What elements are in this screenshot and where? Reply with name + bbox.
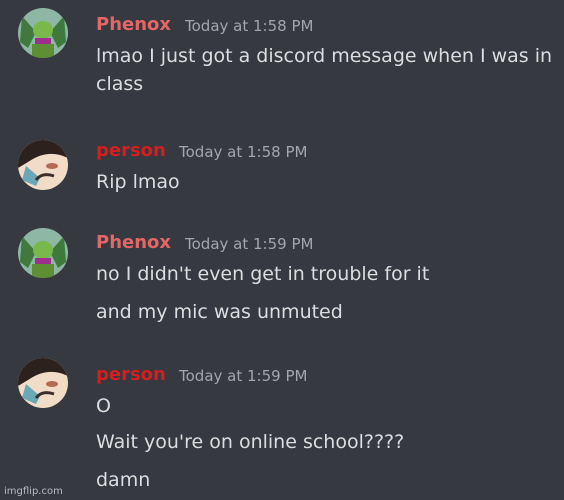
message-author[interactable]: person [96, 140, 166, 161]
message-text: Wait you're on online school???? [96, 431, 405, 453]
message-text: lmao I just got a discord message when I… [96, 45, 553, 95]
green-character-avatar-icon[interactable] [18, 8, 68, 58]
message-author[interactable]: Phenox [96, 232, 171, 253]
message-author[interactable]: person [96, 364, 166, 385]
message-author[interactable]: Phenox [96, 14, 171, 35]
watermark: imgflip.com [4, 486, 63, 497]
message-text: damn [96, 469, 151, 491]
message-timestamp: Today at 1:58 PM [185, 17, 314, 35]
message-text: O [96, 395, 111, 417]
message-text: and my mic was unmuted [96, 301, 343, 323]
anime-face-avatar-icon[interactable] [18, 140, 68, 190]
message-timestamp: Today at 1:59 PM [179, 367, 308, 385]
message-timestamp: Today at 1:58 PM [179, 143, 308, 161]
anime-face-avatar-icon[interactable] [18, 358, 68, 408]
message-text: no I didn't even get in trouble for it [96, 263, 430, 285]
message-timestamp: Today at 1:59 PM [185, 235, 314, 253]
green-character-avatar-icon[interactable] [18, 228, 68, 278]
message-text: Rip lmao [96, 171, 180, 193]
